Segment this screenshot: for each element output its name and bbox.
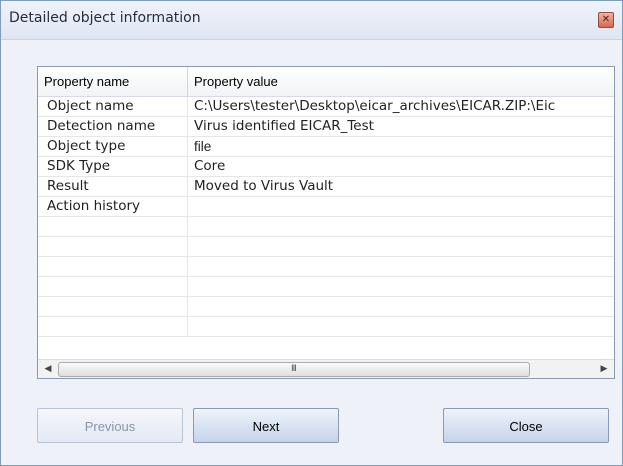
table-header: Property name Property value bbox=[38, 67, 614, 97]
column-header-property-name[interactable]: Property name bbox=[38, 67, 188, 96]
table-row bbox=[38, 277, 614, 297]
property-name-cell bbox=[38, 297, 188, 316]
column-header-property-value[interactable]: Property value bbox=[188, 67, 614, 96]
scrollbar-thumb[interactable]: III bbox=[58, 362, 530, 377]
property-value-cell: Virus identified EICAR_Test bbox=[194, 118, 374, 134]
scroll-left-arrow-icon[interactable]: ◀ bbox=[41, 362, 55, 376]
property-name-cell: Object name bbox=[38, 97, 188, 116]
table-row[interactable]: Result Moved to Virus Vault bbox=[38, 177, 614, 197]
scroll-right-arrow-icon[interactable]: ▶ bbox=[597, 362, 611, 376]
property-value-cell bbox=[188, 277, 614, 296]
property-name-cell: Object type bbox=[38, 137, 188, 156]
property-name-cell bbox=[38, 237, 188, 256]
scrollbar-grip-icon: III bbox=[291, 364, 297, 374]
property-name-cell bbox=[38, 317, 188, 336]
property-name-cell: Action history bbox=[38, 197, 188, 216]
properties-table: Property name Property value Object name… bbox=[37, 66, 615, 379]
property-name-cell bbox=[38, 217, 188, 236]
property-value-cell bbox=[188, 237, 614, 256]
property-value-cell bbox=[188, 257, 614, 276]
property-name-cell bbox=[38, 277, 188, 296]
table-row bbox=[38, 257, 614, 277]
property-value-cell bbox=[188, 197, 614, 216]
close-window-icon[interactable]: ✕ bbox=[598, 12, 614, 28]
property-value-cell: C:\Users\tester\Desktop\eicar_archives\E… bbox=[194, 98, 556, 114]
object-info-dialog: Detailed object information ✕ Property n… bbox=[0, 0, 623, 466]
property-name-cell bbox=[38, 257, 188, 276]
property-value-cell bbox=[188, 297, 614, 316]
table-row[interactable]: Detection name Virus identified EICAR_Te… bbox=[38, 117, 614, 137]
table-row bbox=[38, 217, 614, 237]
table-row[interactable]: SDK Type Core bbox=[38, 157, 614, 177]
horizontal-scrollbar[interactable]: ◀ III ▶ bbox=[38, 359, 614, 378]
table-body: Object name C:\Users\tester\Desktop\eica… bbox=[38, 97, 614, 337]
title-bar[interactable]: Detailed object information ✕ bbox=[1, 1, 622, 40]
property-value-cell: Core bbox=[194, 158, 226, 174]
table-row bbox=[38, 297, 614, 317]
table-row[interactable]: Object name C:\Users\tester\Desktop\eica… bbox=[38, 97, 614, 117]
table-row[interactable]: Action history bbox=[38, 197, 614, 217]
property-name-cell: SDK Type bbox=[38, 157, 188, 176]
property-name-cell: Detection name bbox=[38, 117, 188, 136]
property-value-cell: file bbox=[194, 139, 212, 154]
property-value-cell bbox=[188, 217, 614, 236]
property-value-cell: Moved to Virus Vault bbox=[194, 178, 334, 194]
property-name-cell: Result bbox=[38, 177, 188, 196]
table-row[interactable]: Object type file bbox=[38, 137, 614, 157]
table-row bbox=[38, 237, 614, 257]
window-title: Detailed object information bbox=[9, 10, 201, 26]
table-row bbox=[38, 317, 614, 337]
close-button[interactable]: Close bbox=[443, 408, 609, 443]
next-button[interactable]: Next bbox=[193, 408, 339, 443]
previous-button[interactable]: Previous bbox=[37, 408, 183, 443]
property-value-cell bbox=[188, 317, 614, 336]
